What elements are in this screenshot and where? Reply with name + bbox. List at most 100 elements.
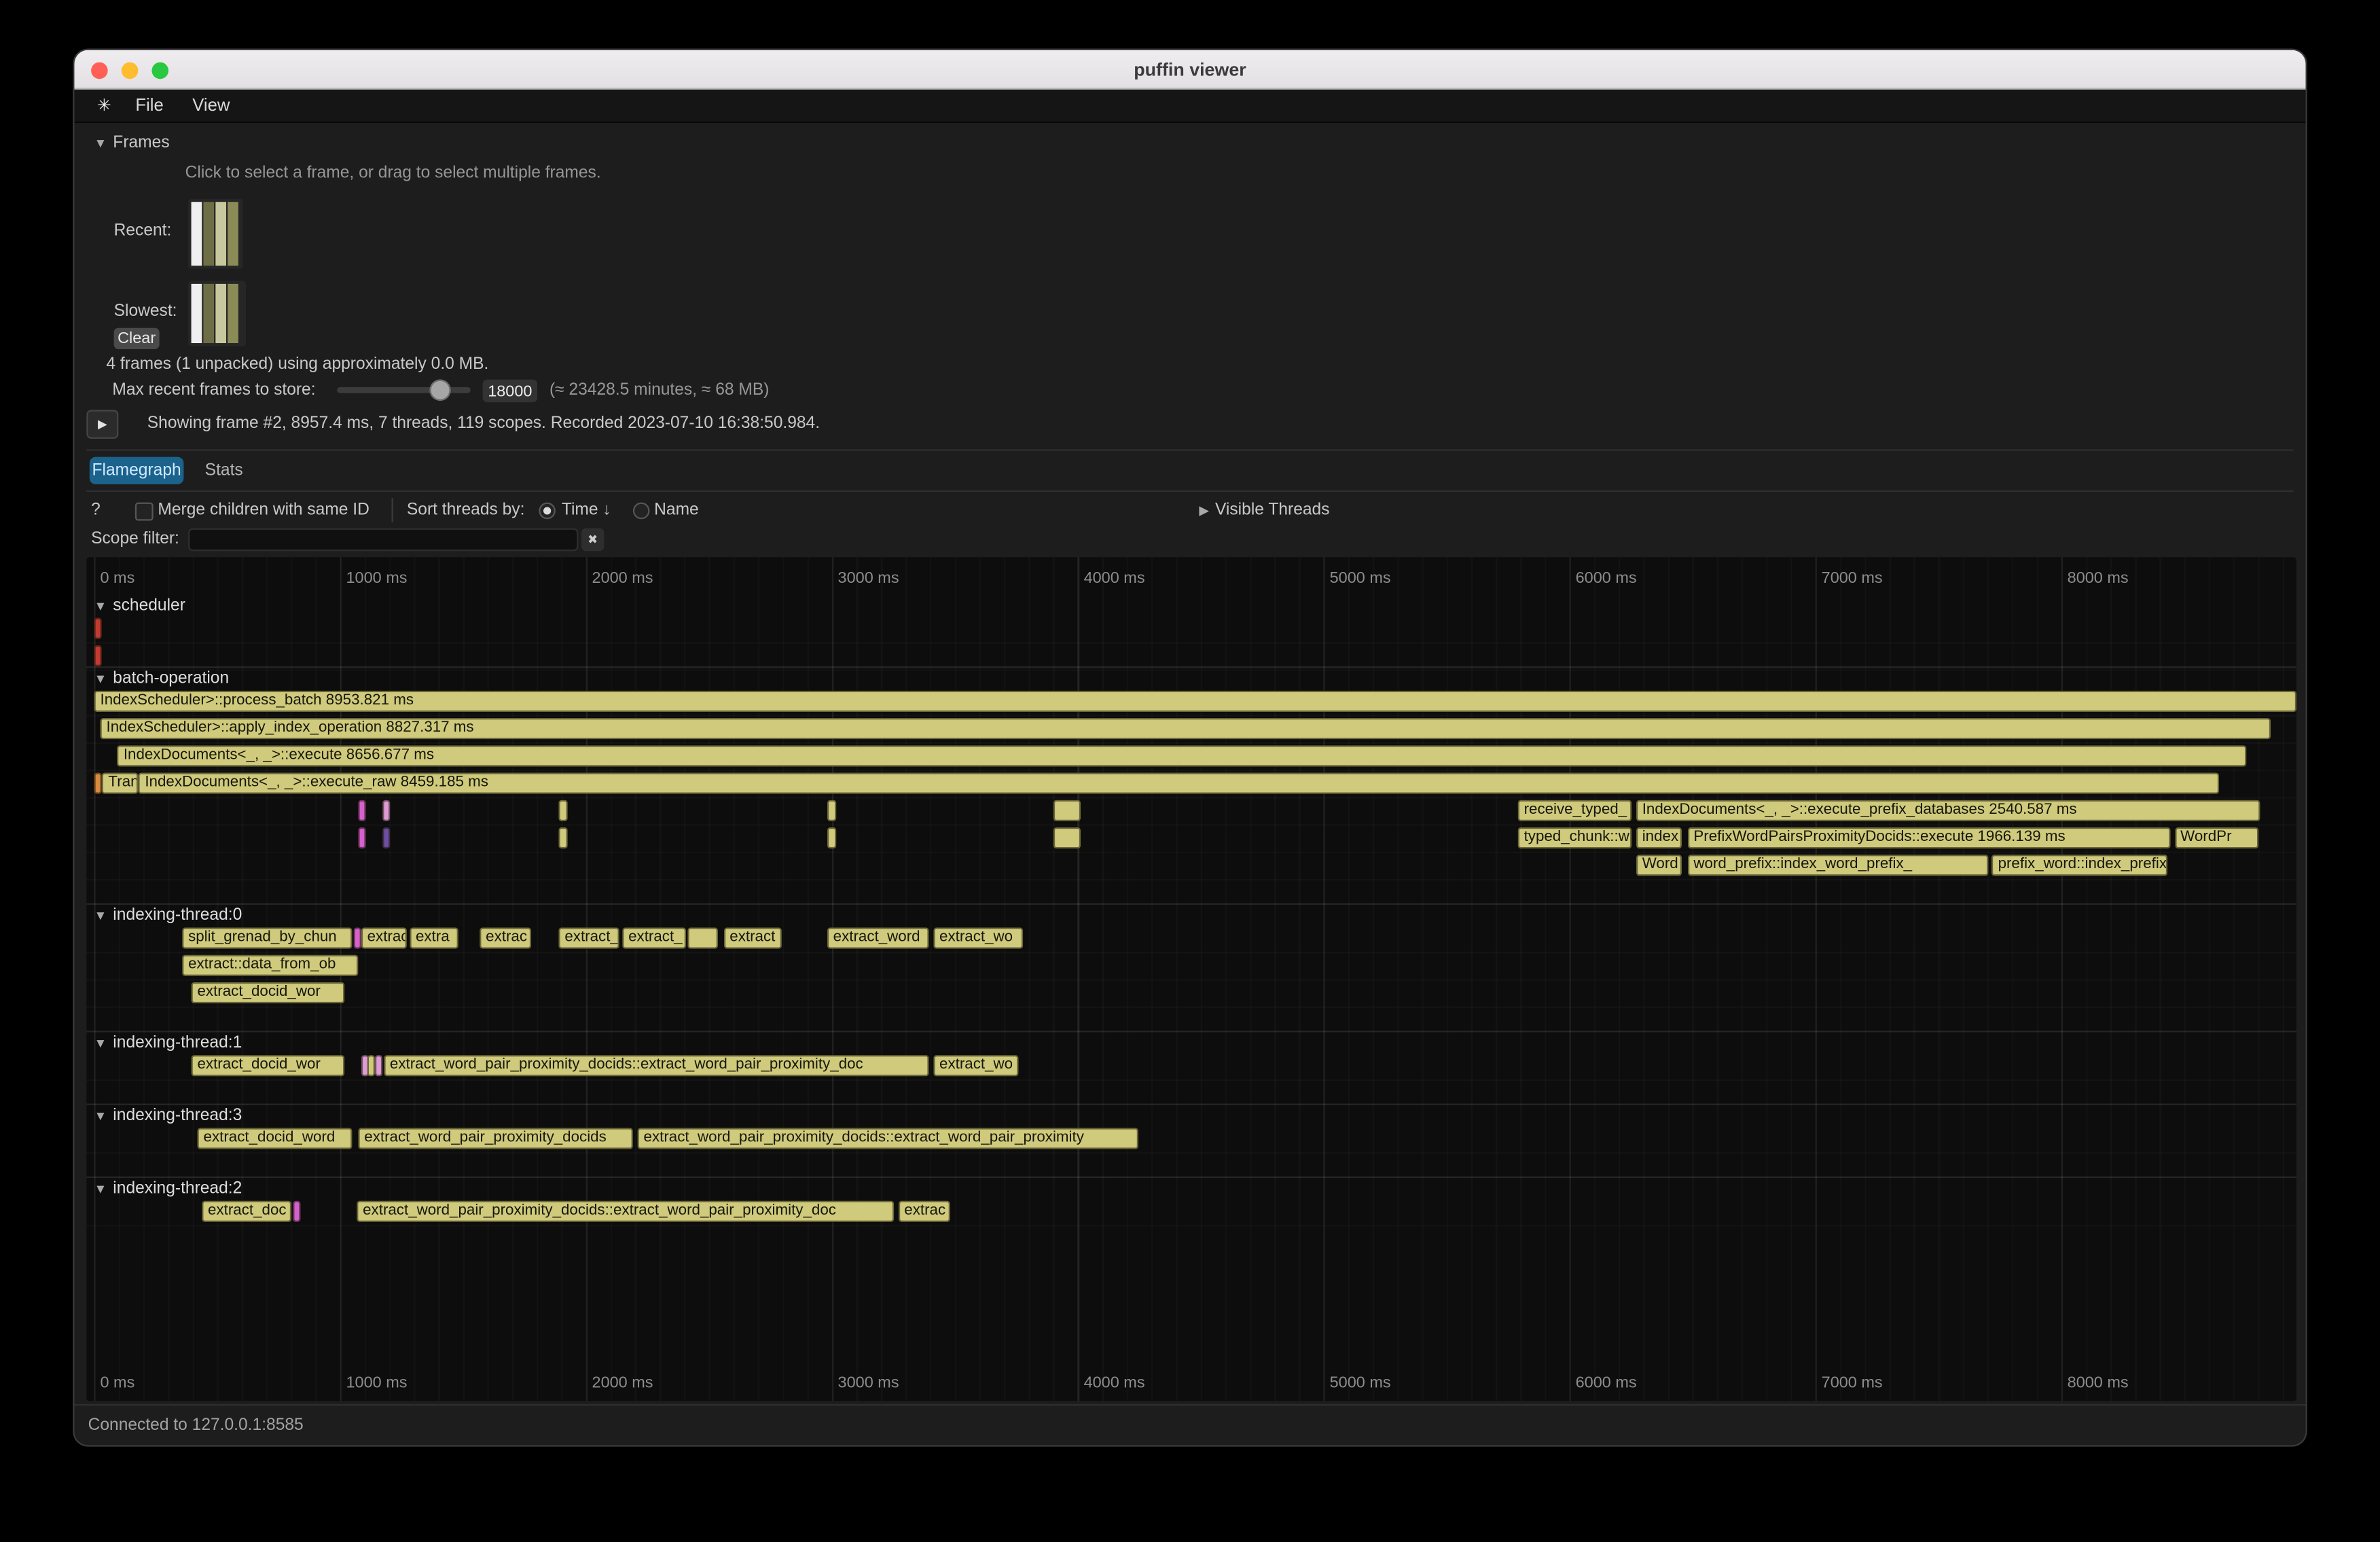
scope-bar[interactable]: extract_doc xyxy=(202,1201,291,1222)
menu-view[interactable]: View xyxy=(192,96,230,115)
scope-bar[interactable] xyxy=(1053,800,1080,821)
frame-bar[interactable] xyxy=(228,202,238,266)
scope-bar[interactable]: extra xyxy=(410,927,458,948)
scope-bar[interactable] xyxy=(94,772,102,793)
frame-bar[interactable] xyxy=(215,284,226,343)
tab-flamegraph[interactable]: Flamegraph xyxy=(90,457,184,484)
scope-bar[interactable]: extract_word_pair_proximity_docids::extr… xyxy=(357,1201,895,1222)
row-grid-line xyxy=(86,979,2296,980)
scope-bar[interactable]: extract_ xyxy=(622,927,685,948)
zoom-window-button[interactable] xyxy=(151,62,168,79)
scope-bar[interactable]: extract_docid_word xyxy=(198,1128,353,1149)
thread-group-header[interactable]: ▼scheduler xyxy=(94,596,185,615)
scope-bar[interactable]: extract::data_from_ob xyxy=(182,955,358,976)
tab-stats[interactable]: Stats xyxy=(205,461,243,480)
thread-group-header[interactable]: ▼indexing-thread:3 xyxy=(94,1107,242,1125)
frame-bar[interactable] xyxy=(203,284,214,343)
play-button[interactable]: ▶ xyxy=(86,410,118,438)
scope-bar[interactable]: extract_word_pair_proximity_docids::extr… xyxy=(384,1055,928,1076)
scope-bar[interactable]: extract_wo xyxy=(933,1055,1018,1076)
scope-bar[interactable]: word_prefix::index_word_prefix_ xyxy=(1687,855,1988,876)
scope-bar[interactable]: extract_docid_wor xyxy=(192,982,345,1003)
scope-bar[interactable]: extract_word xyxy=(827,927,928,948)
scope-bar[interactable]: extract_word_pair_proximity_docids xyxy=(358,1128,632,1149)
slowest-frames-thumbnail[interactable] xyxy=(188,281,246,346)
scope-bar[interactable] xyxy=(1053,827,1080,848)
scope-bar[interactable]: split_grenad_by_chun xyxy=(182,927,353,948)
thread-group-header[interactable]: ▼indexing-thread:2 xyxy=(94,1179,242,1198)
sort-name-radio[interactable] xyxy=(633,503,650,520)
scope-bar[interactable] xyxy=(367,1055,374,1076)
thread-group-header[interactable]: ▼indexing-thread:1 xyxy=(94,1034,242,1052)
scope-bar[interactable] xyxy=(382,827,389,848)
menu-file[interactable]: File xyxy=(135,96,163,115)
thread-group-header[interactable]: ▼batch-operation xyxy=(94,670,230,688)
app-menu-icon[interactable]: ✳ xyxy=(97,96,111,115)
sort-name-label[interactable]: Name xyxy=(654,501,699,519)
max-frames-value[interactable]: 18000 xyxy=(483,380,537,403)
frame-bar[interactable] xyxy=(228,284,238,343)
scope-bar[interactable]: typed_chunk::w xyxy=(1518,827,1632,848)
collapse-triangle-icon: ▶ xyxy=(1199,503,1209,518)
sort-time-label[interactable]: Time ↓ xyxy=(562,501,611,519)
scope-bar[interactable]: extract_docid_wor xyxy=(192,1055,345,1076)
time-tick-bottom: 0 ms xyxy=(100,1374,134,1392)
visible-threads-toggle[interactable]: ▶Visible Threads xyxy=(1199,501,1329,519)
time-tick-top: 3000 ms xyxy=(838,569,899,588)
frames-section-header[interactable]: ▼Frames xyxy=(94,134,170,152)
scope-bar[interactable]: WordPr xyxy=(2174,827,2258,848)
scope-bar[interactable]: IndexDocuments<_, _>::execute_raw 8459.1… xyxy=(139,772,2218,793)
frame-bar[interactable] xyxy=(192,202,202,266)
scope-bar[interactable]: prefix_word::index_prefix_wo xyxy=(1992,855,2167,876)
scope-bar[interactable]: extrac xyxy=(898,1201,950,1222)
scope-bar[interactable]: Word xyxy=(1636,855,1682,876)
flamegraph-canvas[interactable]: 0 ms0 ms1000 ms1000 ms2000 ms2000 ms3000… xyxy=(86,557,2296,1401)
merge-children-checkbox[interactable] xyxy=(135,503,154,521)
scope-bar[interactable] xyxy=(354,927,361,948)
thread-group-header[interactable]: ▼indexing-thread:0 xyxy=(94,906,242,925)
clear-frames-button[interactable]: Clear xyxy=(114,328,160,349)
scope-bar[interactable] xyxy=(558,800,567,821)
scope-bar[interactable]: extract_word_pair_proximity_docids::extr… xyxy=(638,1128,1139,1149)
scope-bar[interactable] xyxy=(827,827,837,848)
scope-bar[interactable]: IndexDocuments<_, _>::execute_prefix_dat… xyxy=(1636,800,2261,821)
max-frames-slider-knob[interactable] xyxy=(429,380,450,401)
scope-bar[interactable]: Trans xyxy=(102,772,137,793)
row-grid-line xyxy=(86,770,2296,771)
scope-bar[interactable]: extract xyxy=(361,927,407,948)
scope-bar[interactable]: extrac xyxy=(480,927,530,948)
recent-frames-thumbnail[interactable] xyxy=(188,199,242,269)
time-tick-top: 4000 ms xyxy=(1084,569,1145,588)
close-window-button[interactable] xyxy=(91,62,108,79)
scope-bar[interactable]: IndexDocuments<_, _>::execute 8656.677 m… xyxy=(118,745,2246,766)
scope-bar[interactable] xyxy=(94,618,102,639)
scope-bar[interactable] xyxy=(292,1201,300,1222)
scope-bar[interactable] xyxy=(827,800,837,821)
scope-bar[interactable] xyxy=(94,645,102,666)
scope-bar[interactable]: extract_wo xyxy=(933,927,1022,948)
scope-bar[interactable] xyxy=(358,827,365,848)
scope-bar[interactable] xyxy=(687,927,719,948)
scope-bar[interactable]: receive_typed_ xyxy=(1518,800,1632,821)
scope-bar[interactable]: PrefixWordPairsProximityDocids::execute … xyxy=(1687,827,2171,848)
row-grid-line xyxy=(86,852,2296,853)
scope-bar[interactable] xyxy=(358,800,365,821)
scope-bar[interactable] xyxy=(374,1055,382,1076)
scope-bar[interactable] xyxy=(382,800,389,821)
scope-bar[interactable]: index xyxy=(1636,827,1682,848)
scope-bar[interactable]: IndexScheduler>::apply_index_operation 8… xyxy=(101,718,2271,739)
scope-bar[interactable] xyxy=(558,827,567,848)
row-grid-line xyxy=(86,642,2296,643)
frame-bar[interactable] xyxy=(203,202,214,266)
clear-filter-button[interactable]: ✖ xyxy=(581,528,605,552)
sort-time-radio[interactable] xyxy=(539,503,556,520)
minimize-window-button[interactable] xyxy=(122,62,139,79)
scope-filter-input[interactable] xyxy=(188,528,578,552)
scope-bar[interactable]: extract_ xyxy=(558,927,619,948)
scope-bar[interactable]: IndexScheduler>::process_batch 8953.821 … xyxy=(94,691,2296,712)
frame-bar[interactable] xyxy=(192,284,202,343)
scope-bar[interactable]: extract xyxy=(723,927,781,948)
help-button[interactable]: ? xyxy=(91,501,101,519)
frame-bar[interactable] xyxy=(215,202,226,266)
merge-children-label[interactable]: Merge children with same ID xyxy=(158,501,369,519)
